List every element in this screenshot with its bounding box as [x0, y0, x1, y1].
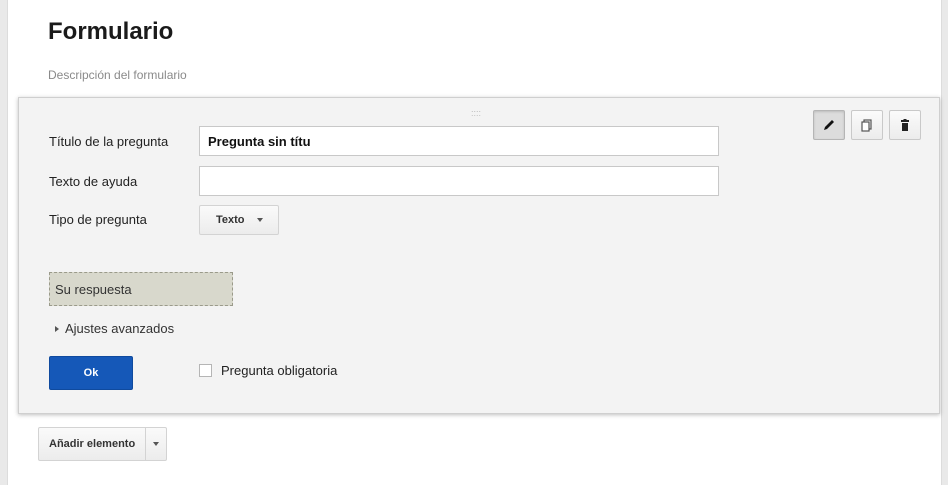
question-card: :::: Título de la pregunta Texto de ayud…	[18, 97, 940, 414]
delete-button[interactable]	[889, 110, 921, 140]
help-text-input[interactable]	[199, 166, 719, 196]
question-type-label: Tipo de pregunta	[49, 212, 147, 227]
question-type-value: Texto	[216, 214, 245, 226]
question-title-input[interactable]	[199, 126, 719, 156]
chevron-down-icon	[256, 218, 263, 222]
triangle-right-icon	[55, 325, 59, 332]
help-text-label: Texto de ayuda	[49, 174, 138, 189]
pencil-icon	[822, 118, 836, 132]
question-type-select[interactable]: Texto	[199, 205, 279, 235]
ok-button[interactable]: Ok	[49, 356, 133, 390]
add-element-label: Añadir elemento	[49, 438, 136, 450]
question-title-label: Título de la pregunta	[49, 134, 169, 149]
question-toolbar	[813, 110, 921, 140]
add-element-button[interactable]: Añadir elemento	[38, 427, 168, 461]
form-description[interactable]: Descripción del formulario	[48, 68, 187, 82]
chevron-down-icon	[153, 442, 160, 446]
advanced-settings-label: Ajustes avanzados	[65, 321, 175, 336]
form-title[interactable]: Formulario	[48, 18, 173, 46]
required-label: Pregunta obligatoria	[221, 363, 338, 378]
trash-icon	[898, 118, 912, 132]
answer-preview: Su respuesta	[49, 272, 233, 306]
required-checkbox[interactable]	[199, 364, 212, 377]
copy-icon	[860, 118, 874, 132]
drag-handle-icon[interactable]: ::::	[471, 108, 481, 118]
form-page: Formulario Descripción del formulario ::…	[7, 0, 942, 485]
duplicate-button[interactable]	[851, 110, 883, 140]
advanced-settings-toggle[interactable]: Ajustes avanzados	[55, 321, 174, 336]
add-element-dropdown[interactable]	[145, 428, 166, 460]
required-toggle[interactable]: Pregunta obligatoria	[199, 363, 337, 378]
edit-button[interactable]	[813, 110, 845, 140]
